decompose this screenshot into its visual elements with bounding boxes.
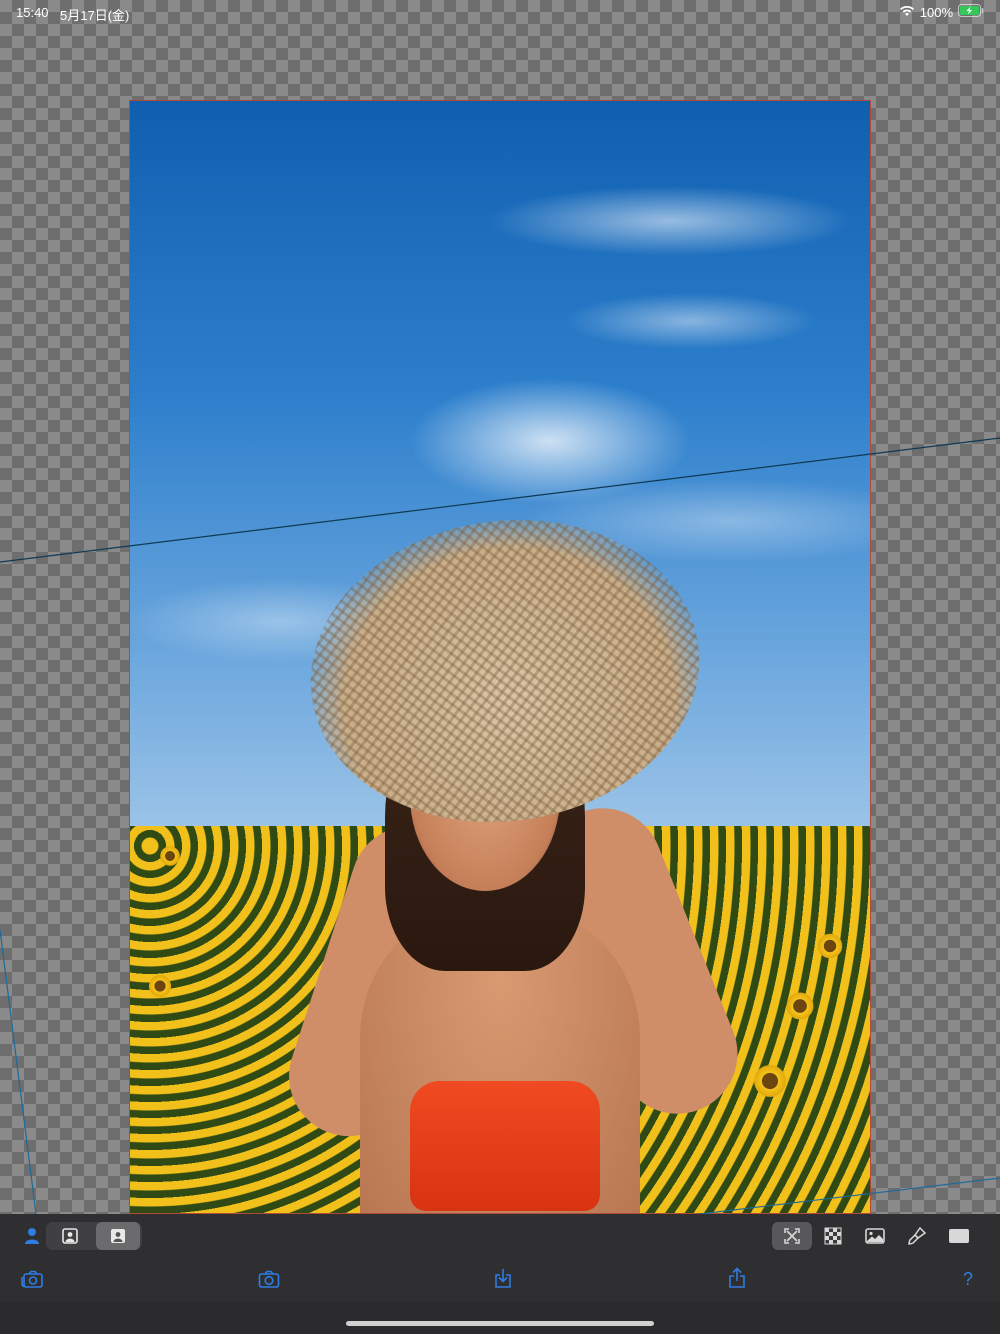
layer-mode-segmented-control <box>46 1222 142 1250</box>
fit-screen-icon[interactable] <box>782 1226 802 1246</box>
guide-line-top <box>0 437 1000 563</box>
transform-guide-lines <box>0 437 1000 1215</box>
guide-line-left <box>0 929 37 1215</box>
guide-line-right <box>699 1177 1000 1215</box>
share-icon[interactable] <box>726 1266 748 1290</box>
camera-switch-icon[interactable] <box>20 1268 44 1290</box>
home-indicator[interactable] <box>346 1321 654 1326</box>
portrait-layer-filled-icon[interactable] <box>96 1222 140 1250</box>
person-icon[interactable] <box>20 1224 44 1248</box>
brush-icon[interactable] <box>906 1225 928 1247</box>
portrait-layer-icon[interactable] <box>48 1222 92 1250</box>
transparency-grid-icon[interactable] <box>823 1226 843 1246</box>
solid-rectangle-icon[interactable] <box>948 1228 970 1244</box>
image-background-icon[interactable] <box>864 1226 886 1246</box>
layer-toolbar <box>0 1214 1000 1258</box>
save-download-icon[interactable] <box>492 1266 514 1290</box>
camera-icon[interactable] <box>257 1268 281 1290</box>
help-button[interactable]: ? <box>958 1268 978 1290</box>
home-area <box>0 1302 1000 1334</box>
